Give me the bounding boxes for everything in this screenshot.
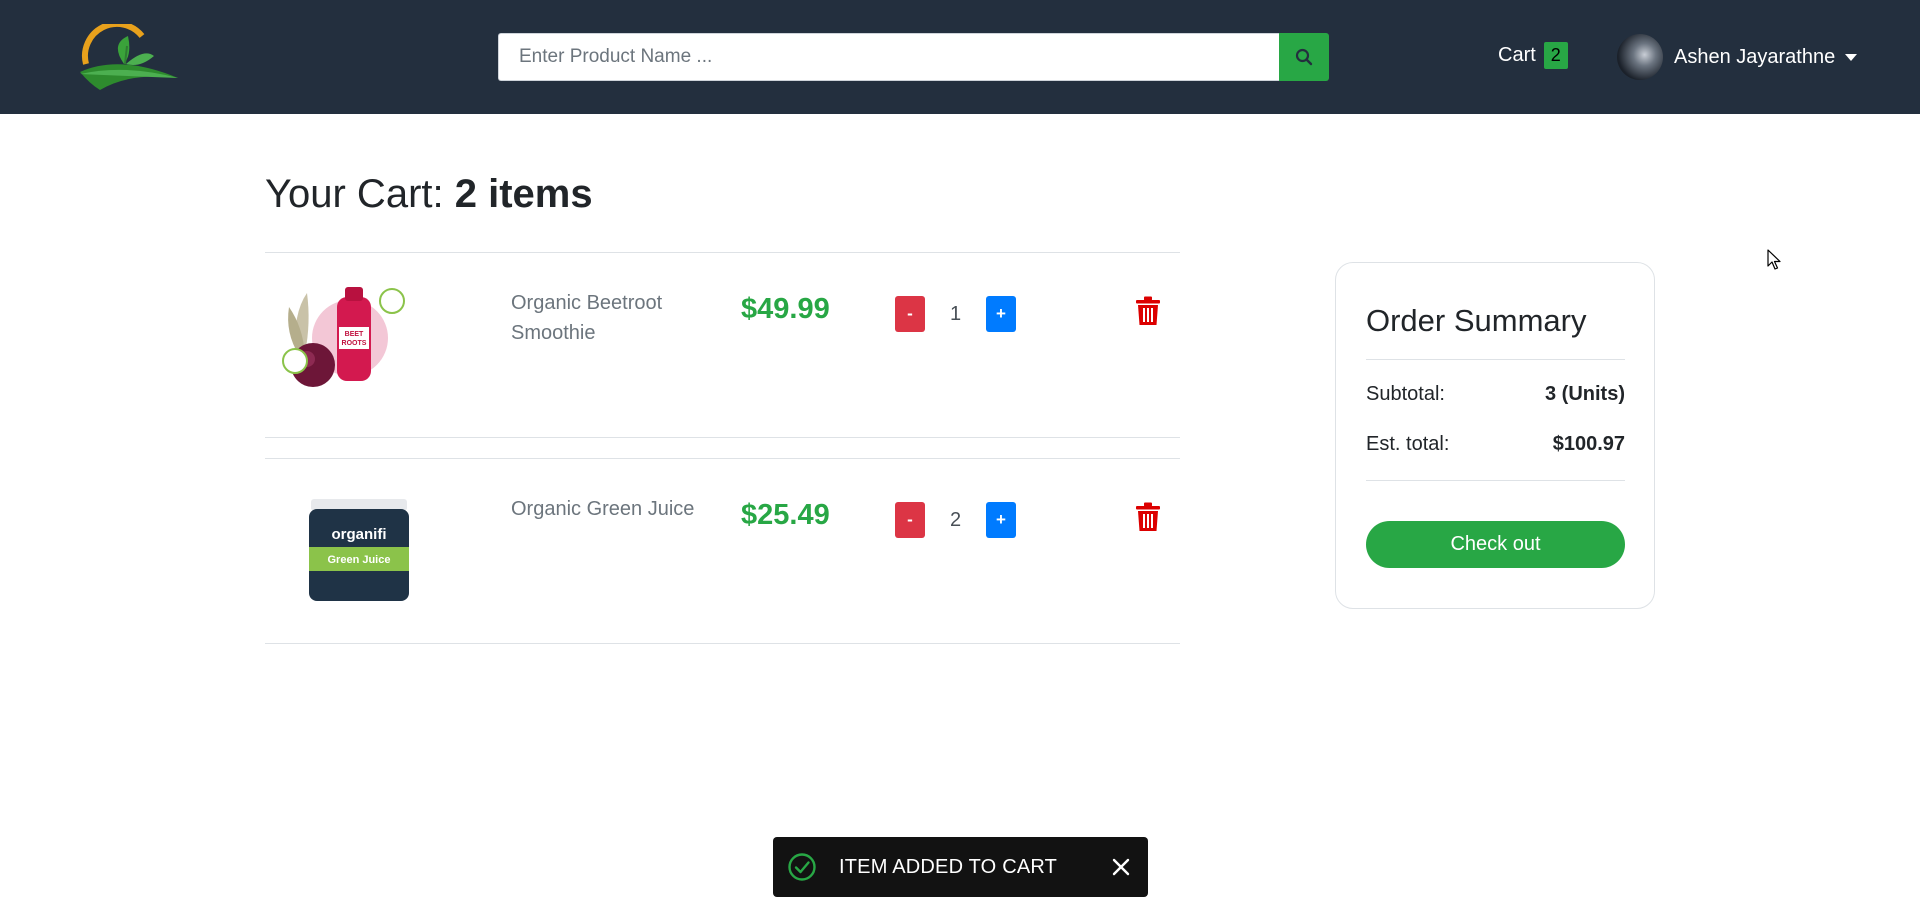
svg-text:organifi: organifi: [332, 526, 387, 543]
checkout-button[interactable]: Check out: [1366, 521, 1625, 568]
subtotal-row: Subtotal: 3 (Units): [1366, 383, 1625, 406]
product-name[interactable]: Organic Green Juice: [511, 494, 711, 524]
logo-icon[interactable]: [80, 24, 180, 92]
order-summary-card: Order Summary Subtotal: 3 (Units) Est. t…: [1335, 262, 1655, 609]
mouse-cursor-icon: [1767, 249, 1781, 270]
cart-title-prefix: Your Cart:: [265, 172, 444, 216]
cart-count-badge: 2: [1543, 42, 1568, 69]
user-menu[interactable]: Ashen Jayarathne: [1617, 34, 1858, 80]
quantity-value: 2: [949, 508, 962, 531]
search-bar: [498, 33, 1329, 81]
trash-icon[interactable]: [1135, 502, 1161, 532]
toast-message: ITEM ADDED TO CART: [839, 855, 1058, 878]
close-toast-button[interactable]: [1108, 854, 1134, 880]
avatar: [1617, 34, 1663, 80]
cart-item-count: 2 items: [454, 172, 593, 216]
total-value: $100.97: [1552, 433, 1625, 455]
cart-item: organifi Green Juice Organic Green Juice…: [265, 458, 1180, 644]
search-icon: [1295, 48, 1313, 66]
page-title: Your Cart: 2 items: [265, 172, 593, 217]
svg-text:BEET: BEET: [345, 331, 364, 338]
check-circle-icon: [788, 853, 816, 881]
product-price: $49.99: [741, 293, 830, 325]
increase-quantity-button[interactable]: +: [986, 296, 1016, 332]
product-image[interactable]: BEET ROOTS: [275, 283, 415, 403]
decrease-quantity-button[interactable]: -: [895, 502, 925, 538]
increase-quantity-button[interactable]: +: [986, 502, 1016, 538]
order-summary-title: Order Summary: [1366, 303, 1587, 338]
caret-down-icon: [1845, 53, 1858, 61]
search-button[interactable]: [1279, 33, 1329, 81]
quantity-stepper: - 1 +: [895, 296, 1016, 332]
divider: [1366, 480, 1625, 481]
quantity-value: 1: [949, 302, 962, 325]
cart-item: BEET ROOTS Organic Beetroot Smoothie $49…: [265, 252, 1180, 438]
total-row: Est. total: $100.97: [1366, 433, 1625, 456]
close-icon: [1112, 858, 1130, 876]
subtotal-label: Subtotal:: [1366, 383, 1445, 405]
svg-text:Green Juice: Green Juice: [328, 554, 391, 566]
divider: [1366, 359, 1625, 360]
svg-text:ROOTS: ROOTS: [342, 340, 367, 347]
navbar: Cart 2 Ashen Jayarathne: [0, 0, 1920, 114]
total-label: Est. total:: [1366, 433, 1450, 455]
decrease-quantity-button[interactable]: -: [895, 296, 925, 332]
quantity-stepper: - 2 +: [895, 502, 1016, 538]
subtotal-value: 3 (Units): [1545, 383, 1625, 405]
cart-link[interactable]: Cart 2: [1498, 42, 1568, 69]
product-price: $25.49: [741, 499, 830, 531]
trash-icon[interactable]: [1135, 296, 1161, 326]
search-input[interactable]: [498, 33, 1279, 81]
user-name: Ashen Jayarathne: [1674, 45, 1836, 68]
product-image[interactable]: organifi Green Juice: [275, 489, 415, 609]
cart-label: Cart: [1498, 44, 1536, 66]
product-name[interactable]: Organic Beetroot Smoothie: [511, 288, 711, 348]
toast-notification: ITEM ADDED TO CART: [773, 837, 1148, 897]
